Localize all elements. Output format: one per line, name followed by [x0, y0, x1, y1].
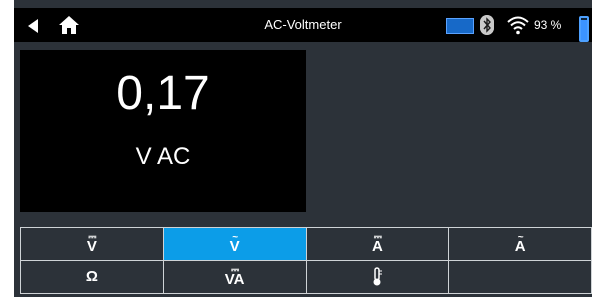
- device-screen: AC-Voltmeter 93 % 0,17 V AC ⎓V ~V ⎓A: [14, 0, 592, 297]
- home-icon[interactable]: [58, 15, 80, 35]
- mode-dc-voltage-button[interactable]: ⎓ V: [21, 228, 163, 260]
- wifi-icon: [507, 16, 529, 35]
- bluetooth-icon: [480, 15, 494, 35]
- battery-icon: [579, 16, 589, 42]
- measurement-unit: V AC: [135, 143, 191, 170]
- back-arrow-icon[interactable]: [24, 17, 42, 35]
- mode-dc-current-button[interactable]: ⎓ A: [306, 228, 449, 260]
- mode-temperature-button[interactable]: [306, 261, 449, 293]
- battery-tester-icon: [446, 18, 474, 34]
- mode-empty-slot: [449, 261, 591, 293]
- status-bar: AC-Voltmeter 93 %: [14, 8, 592, 42]
- mode-label: A: [514, 238, 526, 255]
- battery-fill: [581, 19, 587, 40]
- mode-ac-current-button[interactable]: ~ A: [449, 228, 591, 260]
- mode-label: V: [86, 238, 97, 255]
- battery-percent: 93 %: [534, 18, 562, 32]
- mode-selector: ⎓ V ~ V ⎓ A ~ A Ω ⎓ VA: [20, 227, 592, 294]
- mode-dc-va-button[interactable]: ⎓ VA: [163, 261, 306, 293]
- mode-label: VA: [224, 271, 245, 288]
- mode-label: V: [229, 238, 240, 255]
- measurement-display: 0,17 V AC: [20, 50, 306, 212]
- page-title: AC-Voltmeter: [264, 17, 342, 32]
- mode-label: A: [371, 238, 383, 255]
- thermometer-icon: [373, 267, 383, 286]
- mode-ac-voltage-button[interactable]: ~ V: [163, 228, 306, 260]
- mode-resistance-button[interactable]: Ω: [21, 261, 163, 293]
- measurement-value: 0,17: [116, 67, 210, 120]
- ohm-label: Ω: [85, 268, 98, 285]
